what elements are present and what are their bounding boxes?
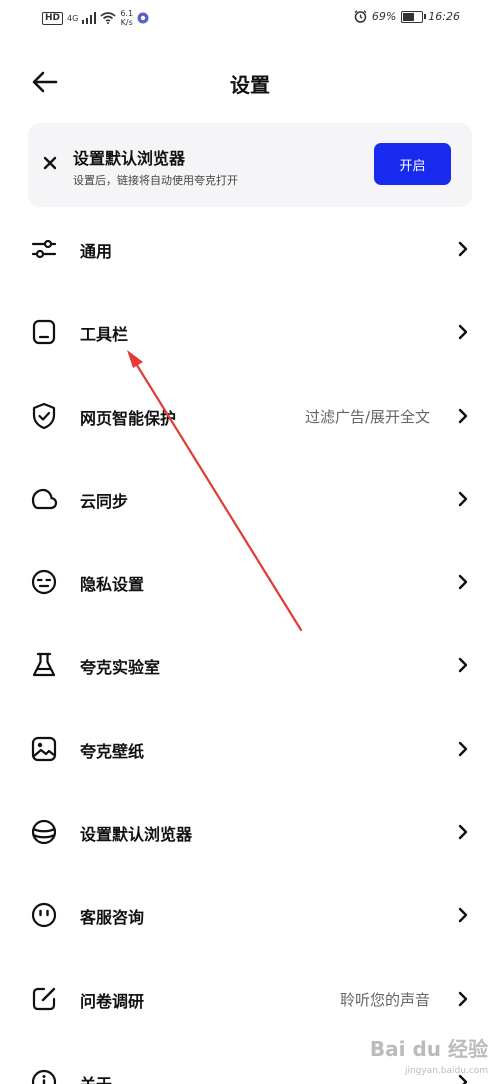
signal-icon <box>82 12 97 24</box>
status-right: 69% 16:26 <box>354 10 460 23</box>
settings-item-label: 夸克壁纸 <box>80 741 145 761</box>
wallpaper-icon <box>31 736 57 761</box>
info-icon <box>31 1069 57 1084</box>
chevron-right-icon <box>458 408 468 423</box>
settings-item-wallpaper[interactable]: 夸克壁纸 <box>0 707 500 790</box>
chevron-right-icon <box>458 824 468 840</box>
smile-face-icon <box>31 903 57 928</box>
hd-badge: HD <box>42 11 64 25</box>
speed-value: 6.1 <box>120 9 134 18</box>
flask-icon <box>32 653 56 677</box>
settings-item-label: 关于 <box>80 1071 112 1084</box>
banner-title: 设置默认浏览器 <box>73 149 186 168</box>
settings-item-label: 通用 <box>80 242 113 261</box>
settings-item-label: 设置默认浏览器 <box>80 825 193 845</box>
default-browser-banner: 设置默认浏览器 设置后，链接将自动使用夸克打开 开启 <box>28 123 472 207</box>
settings-item-general[interactable]: 通用 <box>0 207 500 290</box>
settings-item-web-protection[interactable]: 网页智能保护 过滤广告/展开全文 <box>0 374 500 457</box>
settings-item-lab[interactable]: 夸克实验室 <box>0 623 500 706</box>
settings-item-toolbar[interactable]: 工具栏 <box>0 290 500 373</box>
chevron-right-icon <box>458 241 468 257</box>
status-left: HD 4G 6.1 K/s <box>42 9 149 27</box>
settings-item-value: 聆听您的声音 <box>339 990 430 1009</box>
settings-item-label: 云同步 <box>80 491 129 511</box>
alarm-icon <box>354 10 367 23</box>
network-type: 4G <box>67 13 79 23</box>
watermark-url: jingyan.baidu.com <box>404 1066 488 1076</box>
sliders-icon <box>31 239 57 259</box>
network-speed: 6.1 K/s <box>120 9 133 27</box>
cloud-icon <box>31 488 58 509</box>
edit-icon <box>32 987 56 1010</box>
toolbar-icon <box>32 320 56 345</box>
privacy-face-icon <box>31 570 57 595</box>
settings-item-label: 客服咨询 <box>80 908 145 928</box>
chevron-right-icon <box>458 991 468 1006</box>
browser-default-icon <box>31 819 57 845</box>
settings-item-label: 问卷调研 <box>80 991 145 1011</box>
app-notification-icon <box>137 12 149 24</box>
status-bar: HD 4G 6.1 K/s 69% 16:26 <box>0 0 500 40</box>
chevron-right-icon <box>458 491 468 507</box>
watermark: Bai du 经验 <box>369 1037 488 1061</box>
battery-icon <box>401 10 427 23</box>
battery-fill <box>403 12 415 21</box>
page-title: 设置 <box>230 73 270 97</box>
chevron-right-icon <box>458 325 468 340</box>
banner-subtitle: 设置后，链接将自动使用夸克打开 <box>73 174 238 187</box>
enable-button[interactable]: 开启 <box>374 143 451 185</box>
settings-item-privacy[interactable]: 隐私设置 <box>0 540 500 623</box>
settings-item-customer-service[interactable]: 客服咨询 <box>0 873 500 956</box>
chevron-right-icon <box>458 908 468 923</box>
chevron-right-icon <box>458 658 468 673</box>
settings-page: HD 4G 6.1 K/s 69% 16:26 设置 设置默认浏览器 设置后，链… <box>0 0 500 1084</box>
settings-item-label: 工具栏 <box>80 325 129 345</box>
settings-list: 通用 工具栏 网页智能保护 过滤广告/展开全文 云同步 隐私设置 夸克实验室 夸… <box>0 207 500 1084</box>
chevron-right-icon <box>458 574 468 590</box>
settings-item-label: 隐私设置 <box>80 575 145 595</box>
header: 设置 <box>0 55 500 111</box>
settings-item-label: 网页智能保护 <box>80 408 177 428</box>
settings-item-default-browser[interactable]: 设置默认浏览器 <box>0 790 500 873</box>
speed-unit: K/s <box>120 18 133 27</box>
close-icon[interactable] <box>42 155 58 171</box>
settings-item-value: 过滤广告/展开全文 <box>304 407 430 426</box>
shield-check-icon <box>32 402 56 429</box>
battery-percent: 69% <box>371 10 397 23</box>
settings-item-survey[interactable]: 问卷调研 聆听您的声音 <box>0 957 500 1040</box>
settings-item-cloud-sync[interactable]: 云同步 <box>0 457 500 540</box>
clock-time: 16:26 <box>428 10 460 23</box>
wifi-icon <box>100 12 116 24</box>
chevron-right-icon <box>458 741 468 756</box>
settings-item-label: 夸克实验室 <box>80 658 161 678</box>
